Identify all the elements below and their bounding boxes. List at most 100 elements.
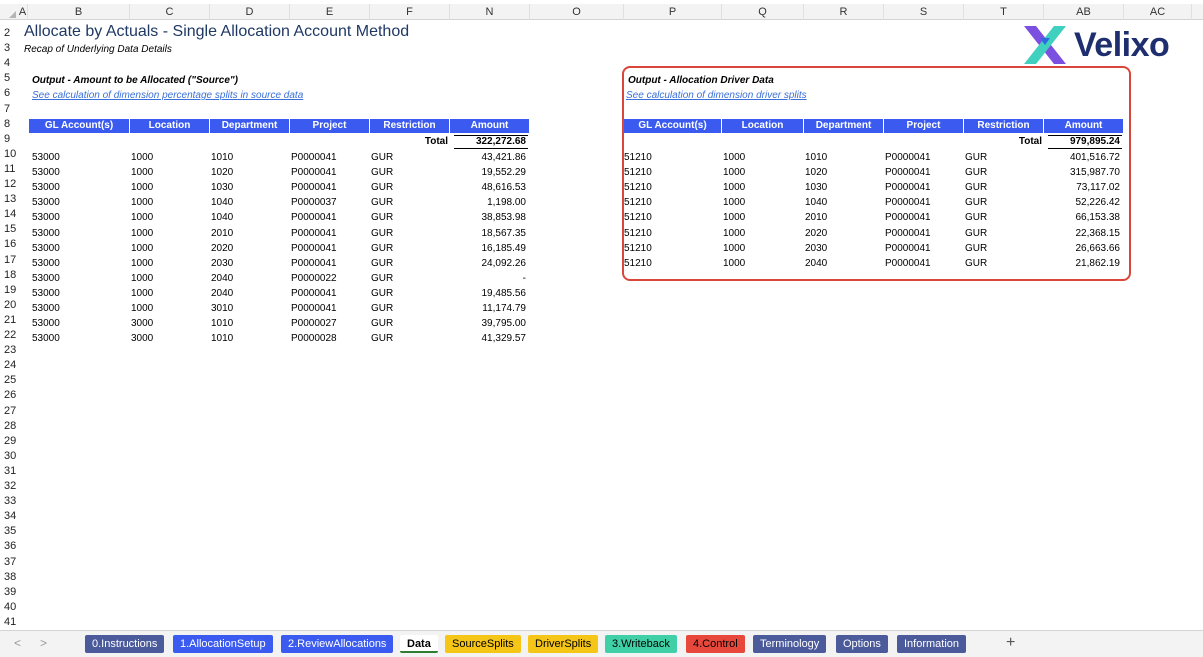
row-header-32[interactable]: 32 bbox=[0, 479, 20, 494]
row-header-31[interactable]: 31 bbox=[0, 464, 20, 479]
source-cell: P0000041 bbox=[291, 212, 337, 224]
row-header-23[interactable]: 23 bbox=[0, 343, 20, 358]
source-cell: 48,616.53 bbox=[481, 182, 527, 194]
source-cell: 1000 bbox=[131, 227, 154, 239]
column-header-s[interactable]: S bbox=[884, 4, 964, 20]
source-cell: GUR bbox=[371, 212, 394, 224]
row-header-3[interactable]: 3 bbox=[0, 41, 20, 56]
sheet-tab-4-control[interactable]: 4.Control bbox=[686, 635, 745, 653]
row-header-41[interactable]: 41 bbox=[0, 615, 20, 630]
source-cell: 2020 bbox=[211, 242, 234, 254]
column-header-o[interactable]: O bbox=[530, 4, 624, 20]
column-header-ac[interactable]: AC bbox=[1124, 4, 1192, 20]
column-header-e[interactable]: E bbox=[290, 4, 370, 20]
column-header-q[interactable]: Q bbox=[722, 4, 804, 20]
row-header-14[interactable]: 14 bbox=[0, 207, 20, 222]
row-header-28[interactable]: 28 bbox=[0, 419, 20, 434]
row-header-7[interactable]: 7 bbox=[0, 102, 20, 117]
column-header-n[interactable]: N bbox=[450, 4, 530, 20]
row-header-29[interactable]: 29 bbox=[0, 434, 20, 449]
column-header-ab[interactable]: AB bbox=[1044, 4, 1124, 20]
column-header-d[interactable]: D bbox=[210, 4, 290, 20]
source-cell: 1030 bbox=[211, 182, 234, 194]
row-header-18[interactable]: 18 bbox=[0, 268, 20, 283]
row-header-19[interactable]: 19 bbox=[0, 283, 20, 298]
row-header-36[interactable]: 36 bbox=[0, 539, 20, 554]
row-header-5[interactable]: 5 bbox=[0, 71, 20, 86]
row-header-10[interactable]: 10 bbox=[0, 147, 20, 162]
source-header-cell: Amount bbox=[450, 119, 530, 133]
source-cell: 19,485.56 bbox=[481, 287, 527, 299]
row-header-26[interactable]: 26 bbox=[0, 388, 20, 403]
column-header-c[interactable]: C bbox=[130, 4, 210, 20]
row-header-15[interactable]: 15 bbox=[0, 222, 20, 237]
column-header-b[interactable]: B bbox=[28, 4, 130, 20]
source-cell: 41,329.57 bbox=[481, 333, 527, 345]
source-cell: 1000 bbox=[131, 257, 154, 269]
column-header-r[interactable]: R bbox=[804, 4, 884, 20]
row-header-33[interactable]: 33 bbox=[0, 494, 20, 509]
row-header-39[interactable]: 39 bbox=[0, 585, 20, 600]
source-cell: 1020 bbox=[211, 167, 234, 179]
sheet-tab-0-instructions[interactable]: 0.Instructions bbox=[85, 635, 165, 653]
source-cell: 1010 bbox=[211, 333, 234, 345]
row-header-22[interactable]: 22 bbox=[0, 328, 20, 343]
row-header-38[interactable]: 38 bbox=[0, 570, 20, 585]
source-cell: 2040 bbox=[211, 287, 234, 299]
source-cell: P0000041 bbox=[291, 242, 337, 254]
source-cell: 53000 bbox=[32, 227, 60, 239]
sheet-tab-options[interactable]: Options bbox=[836, 635, 888, 653]
row-header-25[interactable]: 25 bbox=[0, 373, 20, 388]
row-header-9[interactable]: 9 bbox=[0, 132, 20, 147]
source-cell: GUR bbox=[371, 227, 394, 239]
source-cell: P0000041 bbox=[291, 182, 337, 194]
row-header-30[interactable]: 30 bbox=[0, 449, 20, 464]
column-header-t[interactable]: T bbox=[964, 4, 1044, 20]
prev-sheet-button[interactable]: < bbox=[14, 636, 21, 650]
select-all-corner[interactable] bbox=[0, 4, 18, 20]
sheet-tab-1-allocationsetup[interactable]: 1.AllocationSetup bbox=[173, 635, 273, 653]
add-sheet-button[interactable]: + bbox=[1006, 634, 1015, 652]
row-header-21[interactable]: 21 bbox=[0, 313, 20, 328]
row-header-27[interactable]: 27 bbox=[0, 404, 20, 419]
source-cell: 1010 bbox=[211, 152, 234, 163]
sheet-tab-sourcesplits[interactable]: SourceSplits bbox=[445, 635, 521, 653]
row-header-13[interactable]: 13 bbox=[0, 192, 20, 207]
row-header-6[interactable]: 6 bbox=[0, 86, 20, 101]
row-header-2[interactable]: 2 bbox=[0, 26, 20, 41]
sheet-tab-terminology[interactable]: Terminology bbox=[753, 635, 827, 653]
row-header-24[interactable]: 24 bbox=[0, 358, 20, 373]
row-header-35[interactable]: 35 bbox=[0, 524, 20, 539]
velixo-x-icon bbox=[1024, 26, 1066, 64]
sheet-tab-data[interactable]: Data bbox=[400, 635, 438, 653]
row-header-11[interactable]: 11 bbox=[0, 162, 20, 177]
row-header-34[interactable]: 34 bbox=[0, 509, 20, 524]
row-header-20[interactable]: 20 bbox=[0, 298, 20, 313]
row-header-4[interactable]: 4 bbox=[0, 56, 20, 71]
column-header-f[interactable]: F bbox=[370, 4, 450, 20]
row-header-12[interactable]: 12 bbox=[0, 177, 20, 192]
sheet-tab-information[interactable]: Information bbox=[897, 635, 967, 653]
source-cell: 53000 bbox=[32, 167, 60, 179]
row-header-37[interactable]: 37 bbox=[0, 555, 20, 570]
next-sheet-button[interactable]: > bbox=[40, 636, 47, 650]
source-splits-link[interactable]: See calculation of dimension percentage … bbox=[32, 90, 303, 101]
sheet-tab-driversplits[interactable]: DriverSplits bbox=[528, 635, 599, 653]
source-total-bottom-border bbox=[454, 148, 528, 149]
row-header-40[interactable]: 40 bbox=[0, 600, 20, 615]
source-cell: P0000041 bbox=[291, 167, 337, 179]
sheet-tab-3-writeback[interactable]: 3.Writeback bbox=[605, 635, 677, 653]
source-header-cell: Restriction bbox=[370, 119, 450, 133]
row-header-17[interactable]: 17 bbox=[0, 253, 20, 268]
source-cell: P0000041 bbox=[291, 303, 337, 314]
row-header-8[interactable]: 8 bbox=[0, 117, 20, 132]
row-header-16[interactable]: 16 bbox=[0, 237, 20, 252]
source-cell: 1000 bbox=[131, 197, 154, 209]
column-header-a[interactable]: A bbox=[18, 4, 28, 20]
source-cell: GUR bbox=[371, 167, 394, 179]
source-cell: GUR bbox=[371, 333, 394, 345]
column-header-bar: A B C D E F N O P Q R S T AB AC bbox=[0, 4, 1203, 20]
sheet-tab-2-reviewallocations[interactable]: 2.ReviewAllocations bbox=[281, 635, 394, 653]
column-header-p[interactable]: P bbox=[624, 4, 722, 20]
source-total-value: 322,272.68 bbox=[475, 136, 526, 147]
